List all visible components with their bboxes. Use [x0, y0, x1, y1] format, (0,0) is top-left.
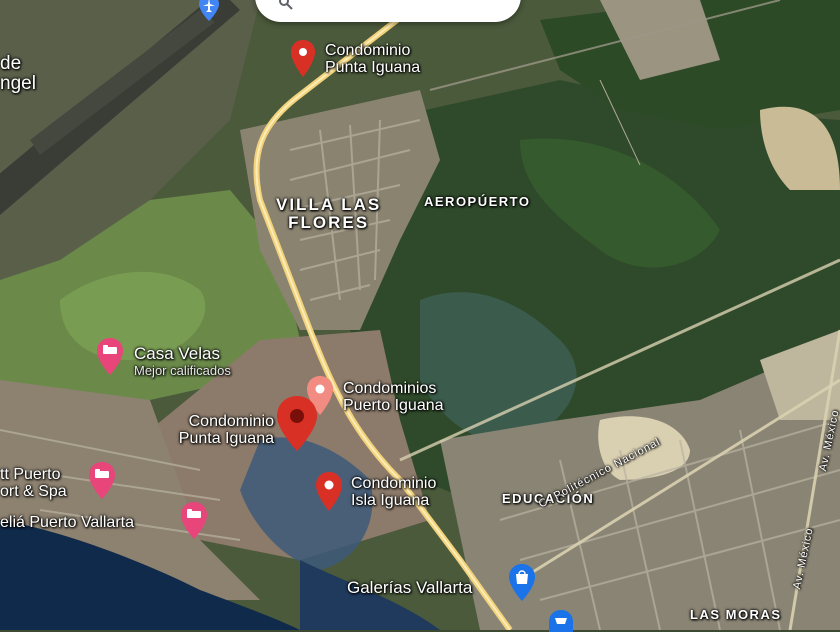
angel-partial-line2: ngel: [0, 72, 36, 94]
condominio-isla-iguana-label[interactable]: Condominio Isla Iguana: [351, 475, 437, 510]
hotel-pin-icon[interactable]: [180, 502, 208, 540]
angel-partial-line1: de: [0, 53, 22, 74]
hyatt-line2: ort & Spa: [0, 482, 67, 500]
airport-pin-icon[interactable]: [197, 0, 221, 22]
galerias-vallarta-label[interactable]: Galerías Vallarta: [347, 579, 472, 597]
condominios-puerto-iguana-line2: Puerto Iguana: [343, 396, 444, 414]
hyatt-line1: tt Puerto: [0, 466, 61, 483]
condominio-punta-iguana-selected-label[interactable]: Condominio Punta Iguana: [160, 413, 274, 448]
las-moras-label: LAS MORAS: [690, 607, 782, 622]
angel-partial-label: de ngel: [0, 54, 36, 94]
shopping-pin-icon[interactable]: [508, 564, 536, 602]
satellite-map[interactable]: [0, 0, 840, 630]
hotel-pin-icon[interactable]: [96, 338, 124, 376]
casa-velas-name[interactable]: Casa Velas: [134, 345, 220, 363]
hotel-pin-icon[interactable]: [88, 462, 116, 500]
condominio-isla-iguana-line1: Condominio: [351, 475, 437, 492]
condominio-punta-iguana-north-line2: Punta Iguana: [325, 58, 421, 76]
red-pin-icon[interactable]: [290, 40, 316, 78]
hyatt-label[interactable]: tt Puerto ort & Spa: [0, 466, 67, 501]
melia-label[interactable]: eliá Puerto Vallarta: [0, 514, 134, 532]
selected-red-pin-icon[interactable]: [276, 396, 318, 452]
condominios-puerto-iguana-label[interactable]: Condominios Puerto Iguana: [343, 380, 444, 415]
search-icon[interactable]: [279, 0, 293, 10]
condominio-punta-iguana-selected-line2: Punta Iguana: [178, 429, 274, 447]
villa-las-flores-label: VILLA LAS FLORES: [276, 196, 381, 232]
shopping-cart-pin-icon[interactable]: [548, 610, 574, 632]
aeropuerto-label: AEROPÚERTO: [424, 194, 531, 209]
condominio-punta-iguana-selected-line1: Condominio: [188, 413, 274, 430]
search-bar[interactable]: [255, 0, 521, 22]
condominio-punta-iguana-north-line1: Condominio: [325, 42, 411, 59]
villa-las-flores-line2: FLORES: [288, 212, 370, 232]
condominios-puerto-iguana-line1: Condominios: [343, 380, 437, 397]
casa-velas-subtitle: Mejor calificados: [134, 363, 231, 378]
villa-las-flores-line1: VILLA LAS: [276, 195, 382, 214]
red-pin-icon[interactable]: [315, 472, 343, 512]
condominio-isla-iguana-line2: Isla Iguana: [351, 491, 430, 509]
condominio-punta-iguana-north-label[interactable]: Condominio Punta Iguana: [325, 42, 421, 77]
